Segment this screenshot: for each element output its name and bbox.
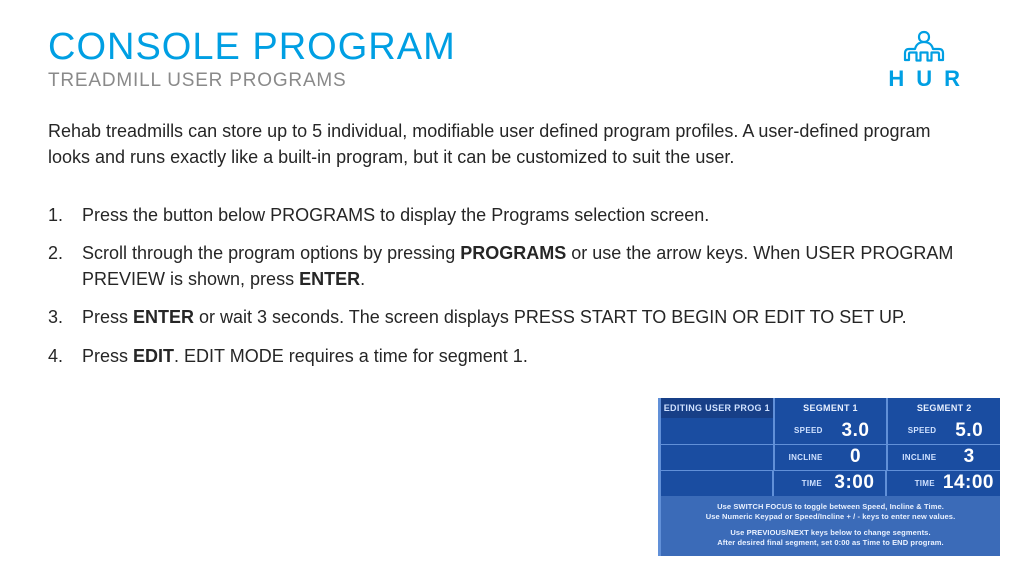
step-bold: ENTER <box>299 269 360 289</box>
panel-row-spacer <box>661 418 773 444</box>
step-text: or wait 3 seconds. The screen displays P… <box>194 307 907 327</box>
panel-seg1-time: TIME 3:00 <box>772 471 885 496</box>
panel-seg2-speed: SPEED 5.0 <box>886 418 1000 444</box>
step-bold: EDIT <box>133 346 174 366</box>
brand-logo: HUR <box>876 30 972 92</box>
panel-seg1-speed: SPEED 3.0 <box>773 418 887 444</box>
panel-row-time: TIME 3:00 TIME 14:00 <box>661 470 1000 496</box>
panel-seg2-time: TIME 14:00 <box>885 471 1000 496</box>
panel-row-incline: INCLINE 0 INCLINE 3 <box>661 444 1000 470</box>
page-title: CONSOLE PROGRAM <box>48 28 456 68</box>
panel-seg1-incline: INCLINE 0 <box>773 445 887 470</box>
panel-edit-label: EDITING USER PROG 1 <box>661 398 773 418</box>
panel-seg2-label: SEGMENT 2 <box>886 398 1000 418</box>
intro-paragraph: Rehab treadmills can store up to 5 indiv… <box>48 118 968 170</box>
panel-label: INCLINE <box>894 453 944 462</box>
panel-footer-line: Use SWITCH FOCUS to toggle between Speed… <box>669 502 992 512</box>
step-1: Press the button below PROGRAMS to displ… <box>48 202 968 228</box>
segment-panel: EDITING USER PROG 1 SEGMENT 1 SEGMENT 2 … <box>658 398 1000 557</box>
step-text: Press the button below PROGRAMS to displ… <box>82 205 709 225</box>
step-text: . <box>360 269 365 289</box>
steps-list: Press the button below PROGRAMS to displ… <box>48 202 968 368</box>
step-text: Scroll through the program options by pr… <box>82 243 460 263</box>
panel-value: 14:00 <box>943 472 994 494</box>
panel-label: SPEED <box>781 426 831 435</box>
panel-body: SPEED 3.0 SPEED 5.0 INCLINE 0 INCLINE 3 <box>661 418 1000 496</box>
step-2: Scroll through the program options by pr… <box>48 240 968 292</box>
panel-value: 3.0 <box>831 420 881 442</box>
panel-label: SPEED <box>894 426 944 435</box>
panel-footer-line: Use Numeric Keypad or Speed/Incline + / … <box>669 512 992 522</box>
panel-row-spacer <box>661 445 773 470</box>
page-subtitle: TREADMILL USER PROGRAMS <box>48 70 456 92</box>
panel-value: 3 <box>944 446 994 468</box>
panel-footer-line: Use PREVIOUS/NEXT keys below to change s… <box>669 528 992 538</box>
title-block: CONSOLE PROGRAM TREADMILL USER PROGRAMS <box>48 28 456 92</box>
step-bold: PROGRAMS <box>460 243 566 263</box>
step-text: . EDIT MODE requires a time for segment … <box>174 346 528 366</box>
step-bold: ENTER <box>133 307 194 327</box>
step-3: Press ENTER or wait 3 seconds. The scree… <box>48 304 968 330</box>
panel-value: 0 <box>831 446 881 468</box>
person-icon <box>902 30 946 64</box>
panel-seg1-label: SEGMENT 1 <box>773 398 887 418</box>
panel-value: 5.0 <box>944 420 994 442</box>
step-4: Press EDIT. EDIT MODE requires a time fo… <box>48 343 968 369</box>
panel-label: TIME <box>780 479 830 488</box>
panel-seg2-incline: INCLINE 3 <box>886 445 1000 470</box>
brand-name: HUR <box>876 66 972 92</box>
panel-row-spacer <box>661 471 772 496</box>
panel-footer: Use SWITCH FOCUS to toggle between Speed… <box>661 496 1000 557</box>
panel-value: 3:00 <box>830 472 879 494</box>
panel-label: TIME <box>893 479 943 488</box>
panel-label: INCLINE <box>781 453 831 462</box>
header: CONSOLE PROGRAM TREADMILL USER PROGRAMS … <box>48 28 976 92</box>
panel-header-row: EDITING USER PROG 1 SEGMENT 1 SEGMENT 2 <box>661 398 1000 418</box>
step-text: Press <box>82 307 133 327</box>
panel-row-speed: SPEED 3.0 SPEED 5.0 <box>661 418 1000 444</box>
panel-footer-line: After desired final segment, set 0:00 as… <box>669 538 992 548</box>
step-text: Press <box>82 346 133 366</box>
slide: CONSOLE PROGRAM TREADMILL USER PROGRAMS … <box>0 0 1024 576</box>
